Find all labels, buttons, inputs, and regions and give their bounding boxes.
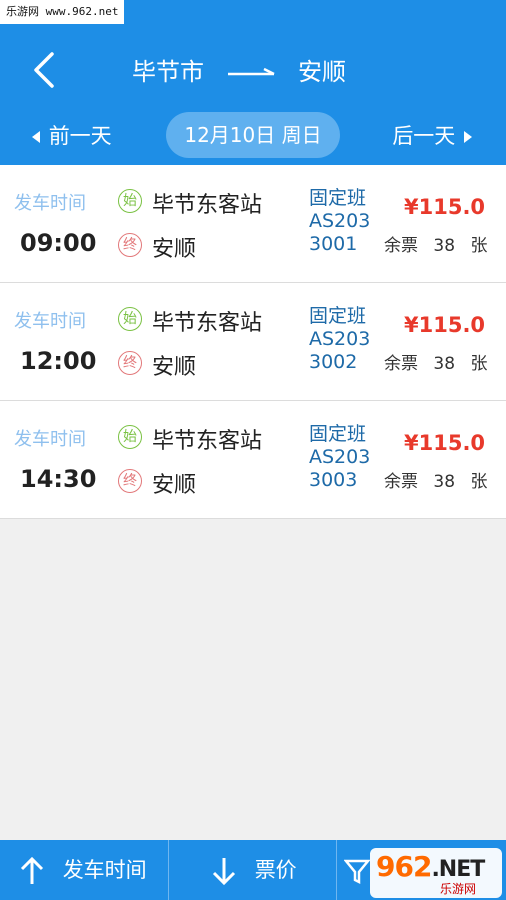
watermark-site: 乐游网 www.962.net (0, 0, 125, 24)
remaining-tickets: 余票 38 张 (384, 231, 487, 256)
sort-price-label: 票价 (254, 858, 297, 882)
end-badge: 终 (118, 469, 142, 493)
destination-station: 安顺 (152, 237, 197, 262)
remaining-tickets: 余票 38 张 (384, 349, 487, 374)
remaining-label: 余票 (384, 354, 418, 374)
origin-station: 毕节东客站 (152, 193, 263, 218)
route-destination: 安顺 (298, 58, 346, 86)
watermark-logo-text: 962.NET (376, 850, 485, 883)
bus-info: 固定班 AS203 3002 (309, 305, 370, 374)
remaining-unit: 张 (470, 354, 488, 374)
divider (168, 840, 169, 900)
remaining-count: 38 (433, 472, 456, 492)
bus-info: 固定班 AS203 3001 (309, 187, 370, 256)
trip-row[interactable]: 发车时间 12:00 始 毕节东客站 终 安顺 固定班 AS203 3002 ¥… (0, 283, 506, 401)
trip-list: 发车时间 09:00 始 毕节东客站 终 安顺 固定班 AS203 3001 ¥… (0, 165, 506, 519)
trip-row[interactable]: 发车时间 14:30 始 毕节东客站 终 安顺 固定班 AS203 3003 ¥… (0, 401, 506, 519)
end-badge: 终 (118, 351, 142, 375)
sort-by-price-button[interactable]: 票价 (210, 840, 297, 900)
bus-info: 固定班 AS203 3003 (309, 423, 370, 492)
bus-code-2: 3002 (309, 351, 358, 373)
bus-type: 固定班 (309, 187, 367, 209)
route-origin: 毕节市 (132, 58, 204, 86)
bus-code-2: 3001 (309, 233, 358, 255)
date-selector: 前一天 12月10日 周日 后一天 (0, 110, 506, 162)
watermark-logo: 962.NET 乐游网 (370, 848, 502, 898)
remaining-tickets: 余票 38 张 (384, 467, 487, 492)
sort-time-label: 发车时间 (62, 858, 147, 882)
bus-code-1: AS203 (309, 446, 371, 468)
start-badge: 始 (118, 425, 142, 449)
origin-station: 毕节东客站 (152, 429, 263, 454)
depart-time: 09:00 (20, 229, 97, 257)
depart-time: 12:00 (20, 347, 97, 375)
arrow-up-icon (20, 856, 44, 884)
triangle-right-icon (464, 131, 472, 143)
remaining-unit: 张 (470, 472, 488, 492)
depart-time-label: 发车时间 (14, 311, 86, 332)
destination-station: 安顺 (152, 355, 197, 380)
sort-by-time-button[interactable]: 发车时间 (18, 840, 147, 900)
filter-icon (343, 859, 371, 885)
watermark-logo-sub: 乐游网 (440, 882, 477, 896)
divider (336, 840, 337, 900)
depart-time-label: 发车时间 (14, 193, 86, 214)
trip-row[interactable]: 发车时间 09:00 始 毕节东客站 终 安顺 固定班 AS203 3001 ¥… (0, 165, 506, 283)
price: ¥115.0 (404, 431, 486, 455)
next-day-label: 后一天 (392, 124, 456, 148)
arrow-right-icon (228, 67, 275, 76)
bus-code-1: AS203 (309, 210, 371, 232)
remaining-label: 余票 (384, 236, 418, 256)
bus-code-2: 3003 (309, 469, 358, 491)
start-badge: 始 (118, 307, 142, 331)
depart-time: 14:30 (20, 465, 97, 493)
arrow-down-icon (212, 858, 236, 886)
remaining-unit: 张 (470, 236, 488, 256)
watermark-logo-main: 962 (376, 850, 432, 883)
origin-station: 毕节东客站 (152, 311, 263, 336)
destination-station: 安顺 (152, 473, 197, 498)
triangle-left-icon (32, 131, 40, 143)
price: ¥115.0 (404, 195, 486, 219)
remaining-count: 38 (433, 354, 456, 374)
next-day-button[interactable]: 后一天 (392, 110, 474, 162)
route-title: 毕节市 安顺 (0, 52, 506, 92)
remaining-count: 38 (433, 236, 456, 256)
price: ¥115.0 (404, 313, 486, 337)
watermark-logo-net: .NET (431, 857, 485, 882)
current-date[interactable]: 12月10日 周日 (166, 112, 340, 158)
depart-time-label: 发车时间 (14, 429, 86, 450)
bus-type: 固定班 (309, 305, 367, 327)
filter-button[interactable] (343, 840, 371, 900)
bus-code-1: AS203 (309, 328, 371, 350)
prev-day-button[interactable]: 前一天 (30, 110, 112, 162)
prev-day-label: 前一天 (48, 124, 112, 148)
end-badge: 终 (118, 233, 142, 257)
remaining-label: 余票 (384, 472, 418, 492)
start-badge: 始 (118, 189, 142, 213)
bus-type: 固定班 (309, 423, 367, 445)
